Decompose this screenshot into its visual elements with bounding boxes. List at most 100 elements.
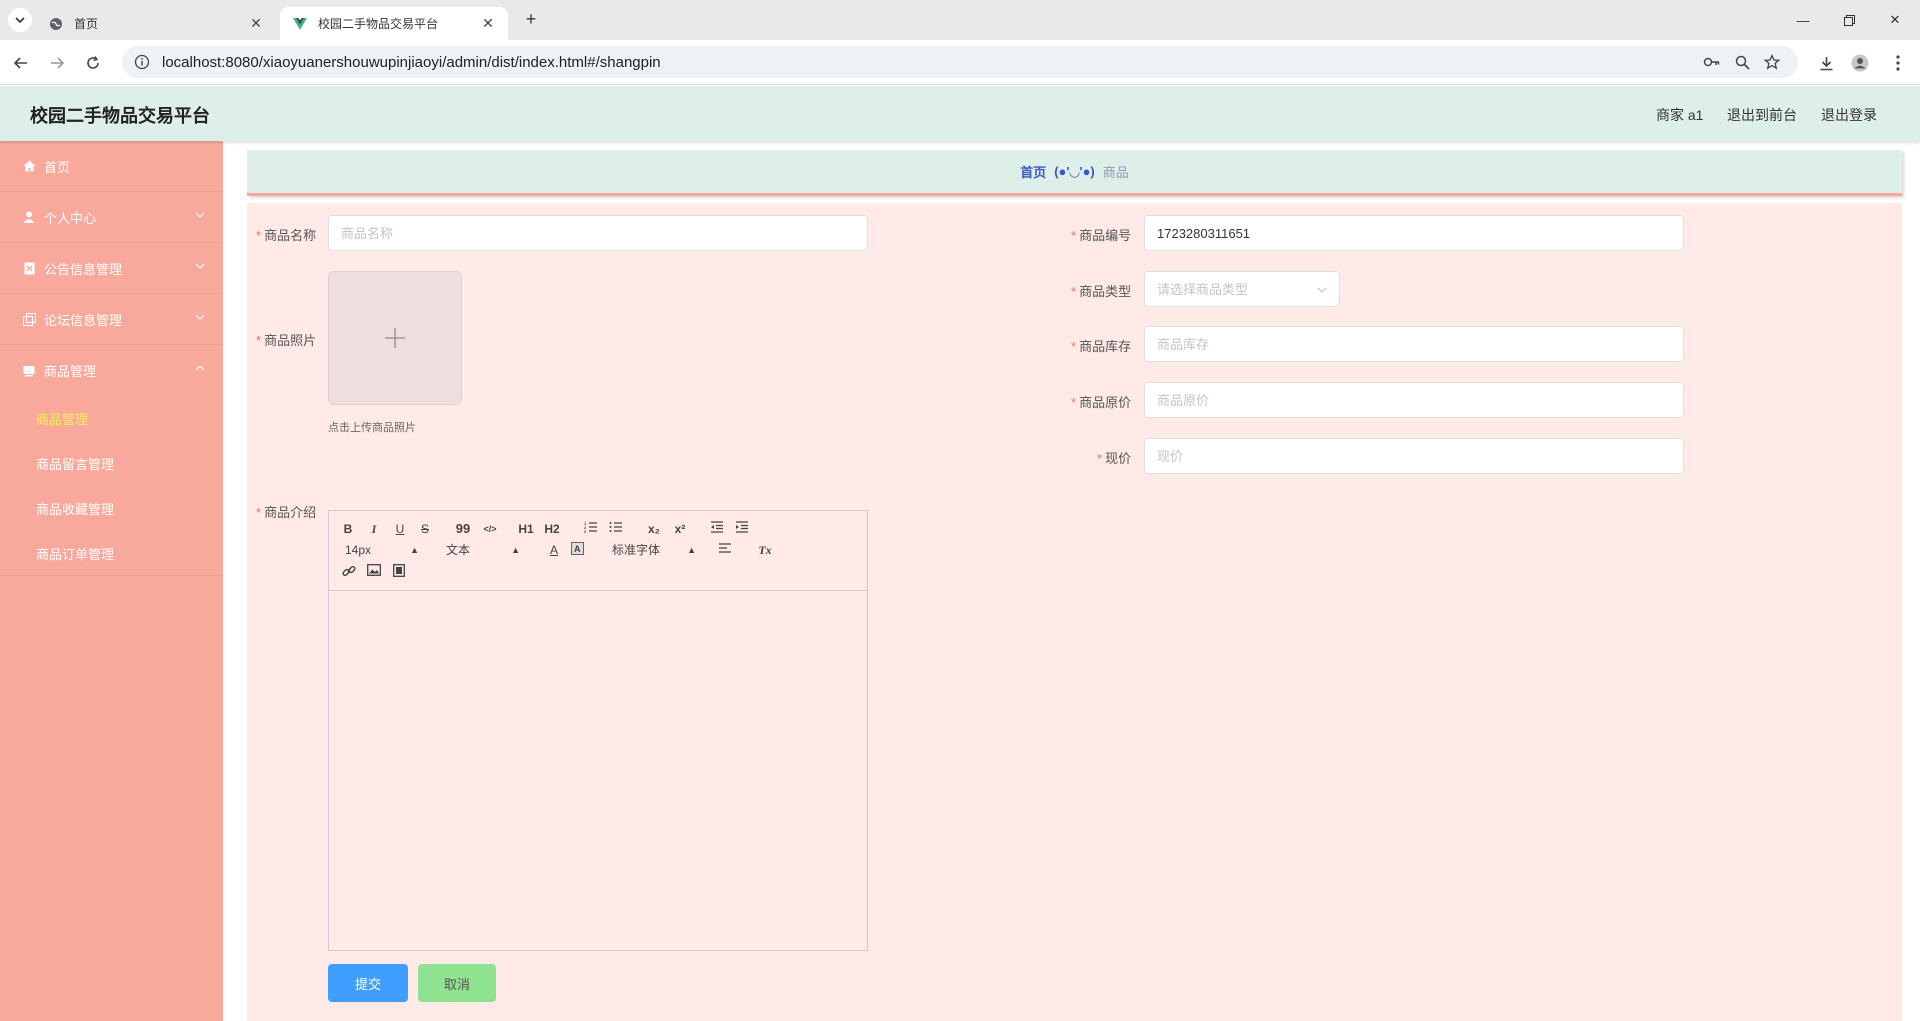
sidebar-item-home[interactable]: 首页 <box>0 141 223 192</box>
cancel-button[interactable]: 取消 <box>418 964 496 1002</box>
close-icon[interactable]: ✕ <box>248 15 264 32</box>
goods-type-select[interactable] <box>1144 271 1340 307</box>
sidebar-subitem-goods-comments[interactable]: 商品留言管理 <box>0 441 223 486</box>
chevron-down-icon <box>195 263 205 269</box>
sidebar-divider <box>0 575 223 576</box>
goods-price-input[interactable] <box>1144 438 1684 474</box>
sidebar-item-notice[interactable]: 公告信息管理 <box>0 243 223 294</box>
sidebar-item-profile[interactable]: 个人中心 <box>0 192 223 243</box>
current-user: 商家 a1 <box>1656 107 1704 123</box>
goods-code-label: * 商品编号 <box>1071 228 1132 243</box>
browser-tab-active[interactable]: 校园二手物品交易平台 ✕ <box>280 7 508 40</box>
logout-link[interactable]: 退出登录 <box>1821 105 1877 125</box>
site-info-icon[interactable] <box>134 54 150 70</box>
outdent-icon[interactable] <box>709 521 725 537</box>
goods-price-label: * 现价 <box>1097 451 1132 466</box>
zoom-icon[interactable] <box>1728 46 1756 78</box>
restore-icon[interactable] <box>1826 0 1872 40</box>
background-color-icon[interactable]: A <box>570 542 584 558</box>
goods-stock-label: * 商品库存 <box>1071 339 1132 354</box>
svg-text:3: 3 <box>584 529 587 533</box>
sidebar-item-label: 公告信息管理 <box>44 261 123 277</box>
profile-avatar-icon[interactable] <box>1846 50 1874 76</box>
sidebar-subitem-goods-orders[interactable]: 商品订单管理 <box>0 531 223 576</box>
indent-icon[interactable] <box>734 521 750 537</box>
chevron-down-icon <box>1317 287 1327 293</box>
goods-name-input[interactable] <box>328 215 868 251</box>
tab-search-icon[interactable] <box>8 8 32 32</box>
editor-toolbar: B I U S 99 </> H1 H2 123 x₂ x² 14px ▲ 文本 ▲… <box>329 511 867 591</box>
home-icon <box>22 159 36 173</box>
subscript-button[interactable]: x₂ <box>645 521 663 537</box>
sidebar-item-label: 个人中心 <box>44 210 97 226</box>
bold-button[interactable]: B <box>341 521 355 537</box>
align-icon[interactable] <box>717 542 733 558</box>
bullet-list-icon[interactable] <box>608 521 624 537</box>
browser-tab-home[interactable]: 首页 ✕ <box>36 7 276 40</box>
font-size-picker[interactable]: 14px ▲ <box>345 542 419 558</box>
globe-icon <box>48 16 64 32</box>
browser-tab-bar: 首页 ✕ 校园二手物品交易平台 ✕ + — ✕ <box>0 0 1920 40</box>
italic-button[interactable]: I <box>367 521 381 537</box>
url-text: localhost:8080/xiaoyuanershouwupinjiaoyi… <box>162 53 661 71</box>
clean-format-button[interactable]: Tx <box>757 542 773 558</box>
font-family-picker[interactable]: 标准字体 ▲ <box>612 542 696 558</box>
quote-button[interactable]: 99 <box>455 521 471 537</box>
ordered-list-icon[interactable]: 123 <box>583 521 599 537</box>
chevron-down-icon <box>195 212 205 218</box>
bookmark-star-icon[interactable] <box>1758 46 1786 78</box>
rich-text-editor: B I U S 99 </> H1 H2 123 x₂ x² 14px ▲ 文本 ▲… <box>328 510 868 951</box>
url-field[interactable]: localhost:8080/xiaoyuanershouwupinjiaoyi… <box>122 46 1798 78</box>
breadcrumb-separator: (●'◡'●) <box>1054 163 1095 179</box>
goods-icon <box>22 364 36 378</box>
code-button[interactable]: </> <box>481 521 499 537</box>
header-picker[interactable]: 文本 ▲ <box>446 542 520 558</box>
goods-original-price-input[interactable] <box>1144 382 1684 418</box>
h2-button[interactable]: H2 <box>543 521 561 537</box>
sidebar-item-goods[interactable]: 商品管理 <box>0 345 223 396</box>
sidebar-item-label: 首页 <box>44 159 71 175</box>
plus-icon <box>385 328 405 348</box>
app-header: 校园二手物品交易平台 商家 a1 退出到前台 退出登录 <box>0 86 1920 141</box>
app-title: 校园二手物品交易平台 <box>30 106 210 126</box>
text-color-button[interactable]: A <box>547 542 561 558</box>
goods-code-input[interactable] <box>1144 215 1684 251</box>
video-icon[interactable] <box>391 564 407 580</box>
window-close-icon[interactable]: ✕ <box>1872 0 1918 40</box>
forum-icon <box>22 312 36 326</box>
image-icon[interactable] <box>366 564 382 580</box>
forward-icon[interactable] <box>44 50 70 76</box>
reload-icon[interactable] <box>80 50 106 76</box>
address-bar: localhost:8080/xiaoyuanershouwupinjiaoyi… <box>0 40 1920 85</box>
minimize-icon[interactable]: — <box>1780 0 1826 40</box>
superscript-button[interactable]: x² <box>671 521 689 537</box>
breadcrumb: 首页 (●'◡'●) 商品 <box>247 150 1902 196</box>
tab-title: 校园二手物品交易平台 <box>318 17 439 31</box>
underline-button[interactable]: U <box>393 521 407 537</box>
photo-upload-button[interactable] <box>328 271 462 405</box>
back-icon[interactable] <box>8 50 34 76</box>
link-icon[interactable] <box>341 564 357 580</box>
sidebar-item-label: 商品管理 <box>44 364 97 379</box>
svg-text:A: A <box>574 544 581 554</box>
goods-stock-input[interactable] <box>1144 326 1684 362</box>
sidebar-subitem-goods-favorites[interactable]: 商品收藏管理 <box>0 486 223 531</box>
goods-intro-label: * 商品介绍 <box>256 505 317 520</box>
chevron-down-icon <box>195 314 205 320</box>
submit-button[interactable]: 提交 <box>328 964 408 1002</box>
vue-logo-icon <box>292 16 308 32</box>
password-key-icon[interactable] <box>1698 46 1726 78</box>
sidebar-item-forum[interactable]: 论坛信息管理 <box>0 294 223 345</box>
breadcrumb-current: 商品 <box>1102 165 1129 180</box>
h1-button[interactable]: H1 <box>517 521 535 537</box>
breadcrumb-home[interactable]: 首页 <box>1020 162 1046 181</box>
editor-content-area[interactable] <box>329 592 867 950</box>
close-icon[interactable]: ✕ <box>480 15 496 32</box>
new-tab-button[interactable]: + <box>520 9 542 31</box>
goods-original-price-label: * 商品原价 <box>1071 395 1132 410</box>
sidebar-subitem-goods[interactable]: 商品管理 <box>0 396 223 441</box>
strike-button[interactable]: S <box>418 521 432 537</box>
browser-menu-icon[interactable] <box>1884 50 1912 76</box>
download-icon[interactable] <box>1812 50 1840 76</box>
back-to-front-link[interactable]: 退出到前台 <box>1727 105 1797 125</box>
